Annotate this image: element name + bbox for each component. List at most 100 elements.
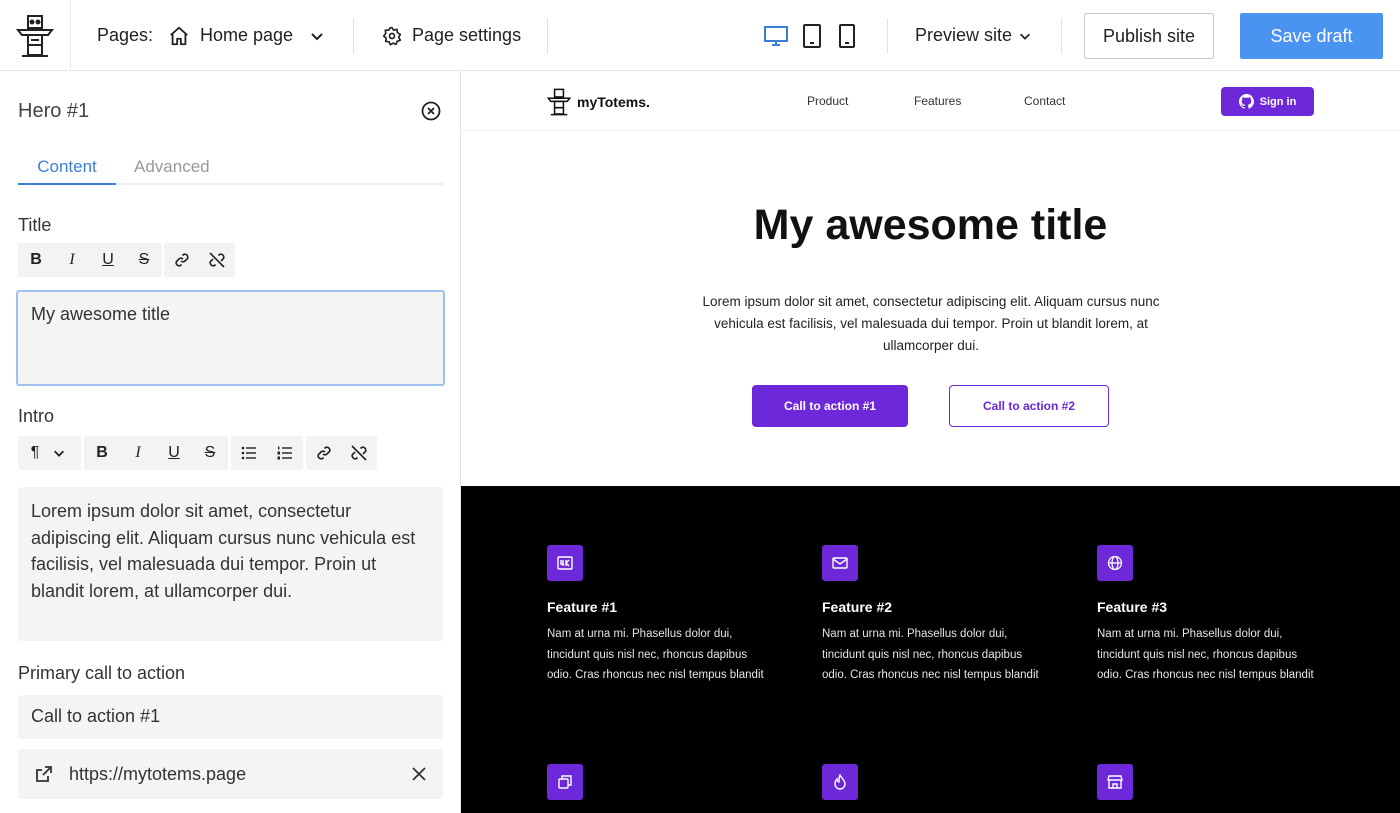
primary-cta-url-input[interactable]: https://mytotems.page	[18, 749, 443, 799]
nav-link-product[interactable]: Product	[807, 94, 848, 108]
title-field-label: Title	[18, 215, 52, 235]
bullet-list-button[interactable]	[231, 436, 267, 470]
numbered-list-button[interactable]	[267, 436, 303, 470]
device-tablet-button[interactable]	[803, 0, 821, 71]
underline-button[interactable]: U	[90, 243, 126, 277]
preview-navbar: myTotems. Product Features Contact Sign …	[461, 71, 1400, 131]
totem-logo-icon	[16, 14, 54, 57]
totem-logo-icon	[547, 88, 571, 116]
feature-title: Feature #1	[547, 599, 618, 615]
close-circle-icon[interactable]	[421, 101, 441, 121]
divider	[353, 18, 354, 54]
bold-button[interactable]: B	[84, 436, 120, 470]
copy-icon	[547, 764, 583, 800]
divider	[887, 18, 888, 54]
external-link-icon	[36, 766, 52, 782]
flame-icon	[822, 764, 858, 800]
intro-textarea[interactable]: Lorem ipsum dolor sit amet, consectetur …	[18, 487, 443, 641]
save-draft-button[interactable]: Save draft	[1240, 13, 1383, 59]
italic-button[interactable]: I	[54, 243, 90, 277]
pages-label: Pages:	[97, 25, 154, 45]
mail-icon	[822, 545, 858, 581]
bold-button[interactable]: B	[18, 243, 54, 277]
primary-cta-label: Primary call to action	[18, 663, 186, 683]
feature-card: Feature #2 Nam at urna mi. Phasellus dol…	[822, 545, 1042, 686]
gear-icon	[382, 26, 402, 46]
brand-name: myTotems.	[577, 94, 650, 110]
sign-in-label: Sign in	[1259, 95, 1297, 108]
globe-icon	[1097, 545, 1133, 581]
features-section: Feature #1 Nam at urna mi. Phasellus dol…	[461, 486, 1400, 813]
bullet-list-icon	[241, 446, 256, 460]
title-format-toolbar: B I U S	[18, 243, 162, 277]
strikethrough-button[interactable]: S	[126, 243, 162, 277]
tab-content[interactable]: Content	[18, 157, 116, 185]
preview-brand[interactable]: myTotems.	[547, 87, 650, 117]
divider	[1061, 18, 1062, 54]
home-icon	[170, 26, 188, 45]
chevron-down-icon	[1020, 33, 1031, 40]
preview-site-label: Preview site	[915, 25, 1013, 45]
page-selector[interactable]: Home page	[168, 0, 325, 71]
preview-site-dropdown[interactable]: Preview site	[915, 0, 1032, 71]
feature-card: Feature #1 Nam at urna mi. Phasellus dol…	[547, 545, 767, 686]
4k-icon	[547, 545, 583, 581]
tab-advanced[interactable]: Advanced	[134, 157, 210, 177]
link-icon	[175, 253, 189, 267]
italic-button[interactable]: I	[120, 436, 156, 470]
sign-in-button[interactable]: Sign in	[1221, 87, 1314, 116]
nav-link-contact[interactable]: Contact	[1024, 94, 1065, 108]
device-desktop-button[interactable]	[764, 0, 788, 71]
device-mobile-button[interactable]	[839, 0, 855, 71]
title-link-toolbar	[164, 243, 235, 277]
intro-list-toolbar	[231, 436, 303, 470]
link-button[interactable]	[306, 436, 342, 470]
app-logo[interactable]	[0, 0, 71, 71]
intro-link-toolbar	[306, 436, 377, 470]
page-settings-button[interactable]: Page settings	[382, 0, 521, 71]
hero-title: My awesome title	[753, 201, 1108, 249]
site-preview: myTotems. Product Features Contact Sign …	[461, 71, 1400, 813]
current-page-label: Home page	[200, 25, 294, 45]
primary-cta-text-input[interactable]: Call to action #1	[18, 695, 443, 739]
feature-card: Feature #3 Nam at urna mi. Phasellus dol…	[1097, 545, 1317, 686]
desktop-icon	[764, 25, 788, 46]
strikethrough-button[interactable]: S	[192, 436, 228, 470]
unlink-button[interactable]	[342, 436, 378, 470]
panel-title: Hero #1	[18, 100, 90, 122]
intro-format-toolbar: B I U S	[84, 436, 228, 470]
clear-icon[interactable]	[412, 767, 426, 781]
section-editor-panel: Hero #1 Content Advanced Title B I U S M…	[0, 71, 461, 813]
underline-button[interactable]: U	[156, 436, 192, 470]
feature-title: Feature #3	[1097, 599, 1168, 615]
paragraph-icon: ¶	[30, 444, 40, 461]
url-value: https://mytotems.page	[69, 763, 247, 784]
cta-secondary-button[interactable]: Call to action #2	[949, 385, 1109, 427]
top-bar: Pages: Home page Page settings Preview s…	[0, 0, 1400, 71]
panel-tabs: Content Advanced	[18, 157, 443, 185]
title-input[interactable]: My awesome title	[16, 290, 445, 386]
link-button[interactable]	[164, 243, 200, 277]
tablet-icon	[803, 23, 821, 48]
cta-primary-button[interactable]: Call to action #1	[752, 385, 908, 427]
publish-site-button[interactable]: Publish site	[1084, 13, 1214, 59]
chevron-down-icon	[311, 32, 323, 40]
intro-field-label: Intro	[18, 406, 55, 426]
feature-text: Nam at urna mi. Phasellus dolor dui, tin…	[547, 628, 764, 681]
feature-title: Feature #2	[822, 599, 893, 615]
mobile-icon	[839, 23, 855, 48]
paragraph-style-dropdown[interactable]: ¶	[18, 436, 81, 470]
github-icon	[1238, 94, 1254, 109]
unlink-icon	[209, 252, 225, 268]
chevron-down-icon	[54, 450, 64, 457]
unlink-icon	[351, 445, 367, 461]
unlink-button[interactable]	[200, 243, 236, 277]
divider	[547, 18, 548, 54]
numbered-list-icon	[277, 446, 292, 460]
hero-intro: Lorem ipsum dolor sit amet, consectetur …	[702, 294, 1160, 353]
link-icon	[317, 446, 331, 460]
page-settings-label: Page settings	[412, 25, 522, 45]
feature-text: Nam at urna mi. Phasellus dolor dui, tin…	[1097, 628, 1314, 681]
feature-text: Nam at urna mi. Phasellus dolor dui, tin…	[822, 628, 1039, 681]
nav-link-features[interactable]: Features	[914, 94, 961, 108]
